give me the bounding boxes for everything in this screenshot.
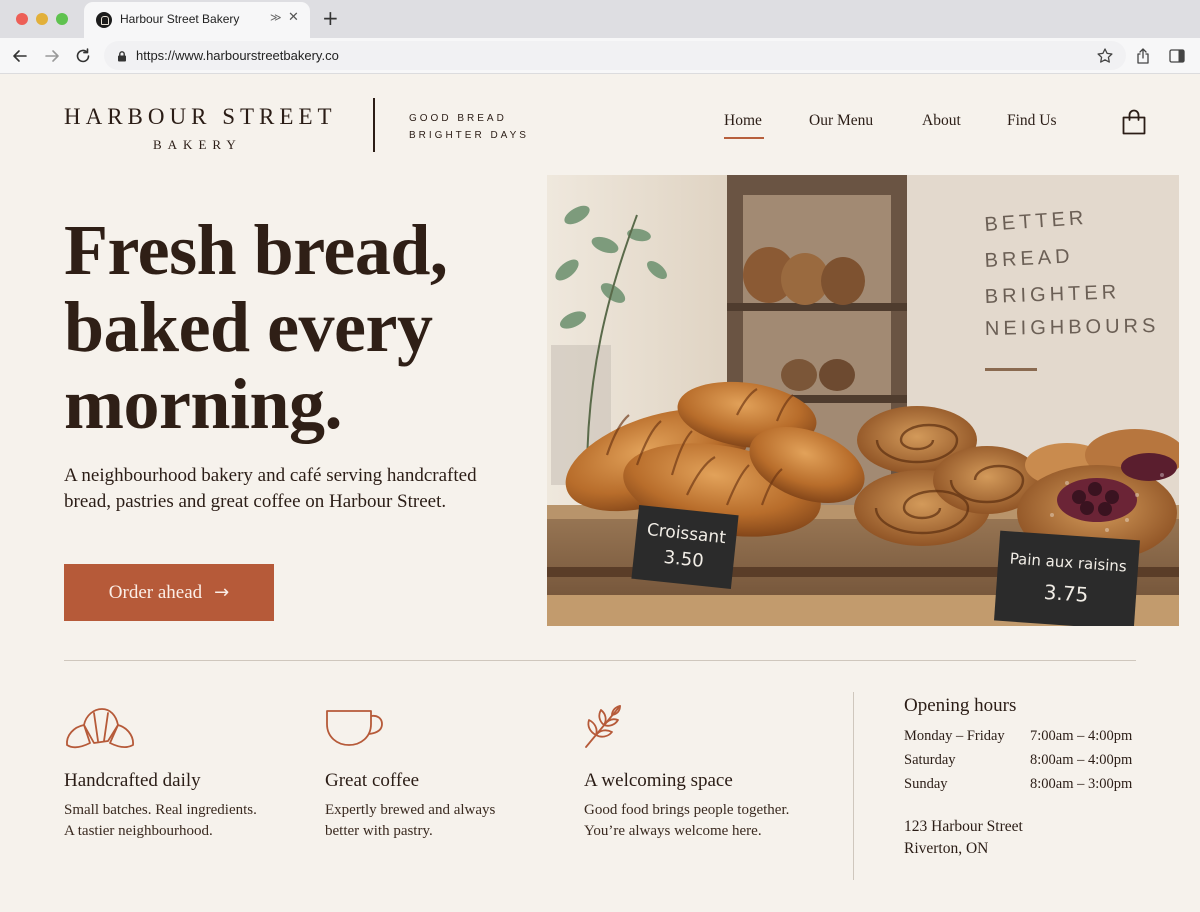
logo-subtitle: BAKERY [153,137,242,152]
hours-day-sunday: Sunday [904,776,948,792]
nav-our-menu[interactable]: Our Menu [809,112,873,130]
croissant-label-price: 3.50 [663,547,705,572]
address[interactable]: 123 Harbour Street Riverton, ON [904,816,1023,860]
feature-text-space-line-1: Good food brings people together. [584,802,790,818]
hours-divider [853,692,854,880]
window-close-button[interactable] [16,13,28,25]
shopping-bag-icon[interactable] [1120,108,1148,136]
hero-bakery-photo: BETTER BREAD BRIGHTER NEIGHBOURS Croissa… [547,175,1179,626]
sidebar-icon[interactable] [1168,47,1186,65]
logo-wordmark[interactable]: HARBOUR STREET [64,104,337,130]
hours-time-saturday: 8:00am – 4:00pm [1030,752,1133,768]
new-tab-button[interactable]: + [322,7,339,29]
reload-icon[interactable] [73,46,93,66]
tagline-line-2: BRIGHTER DAYS [409,130,529,141]
forward-arrow-icon[interactable] [42,46,62,66]
nav-about[interactable]: About [922,112,961,130]
order-ahead-button[interactable]: Order ahead → [64,564,274,621]
feature-title-space: A welcoming space [584,770,733,791]
raisin-price-label: Pain aux raisins 3.75 [994,530,1140,626]
feature-text-handcrafted-line-2: A tastier neighbourhood. [64,823,213,839]
croissant-price-label: Croissant 3.50 [631,504,739,590]
feature-text-space: Good food brings people together. You’re… [584,800,844,842]
share-icon[interactable] [1134,47,1152,65]
nav-active-indicator [724,137,764,139]
hours-day-saturday: Saturday [904,752,956,768]
address-bar: https://www.harbourstreetbakery.co [0,38,1200,74]
hours-time-weekdays: 7:00am – 4:00pm [1030,728,1133,744]
coffee-cup-icon [326,710,383,746]
raisin-label-price: 3.75 [1043,580,1089,607]
bookmark-star-icon[interactable] [1096,47,1114,65]
feature-text-coffee: Expertly brewed and always better with p… [325,800,565,842]
browser-tab[interactable]: Harbour Street Bakery ≫ ✕ [84,2,310,38]
hero-title-line-1: Fresh bread, [64,210,448,290]
address-line-1: 123 Harbour Street [904,818,1023,835]
tab-title: Harbour Street Bakery [120,12,240,26]
tagline-line-1: GOOD BREAD [409,113,507,124]
feature-text-space-line-2: You’re always welcome here. [584,823,762,839]
back-arrow-icon[interactable] [10,46,30,66]
feature-title-coffee: Great coffee [325,770,420,791]
window-minimize-button[interactable] [36,13,48,25]
wall-sign-line-2: BREAD [984,245,1074,272]
feature-text-handcrafted: Small batches. Real ingredients. A tasti… [64,800,304,842]
address-line-2: Riverton, ON [904,840,989,857]
feature-text-coffee-line-2: better with pastry. [325,823,433,839]
feature-text-coffee-line-1: Expertly brewed and always [325,802,496,818]
tagline: GOOD BREAD BRIGHTER DAYS [409,110,529,144]
opening-hours-title: Opening hours [904,695,1017,716]
favicon-icon [96,12,112,28]
url-text[interactable]: https://www.harbourstreetbakery.co [136,48,339,63]
hero-title: Fresh bread, baked every morning. [64,210,448,444]
hero-title-line-3: morning. [64,364,343,444]
wall-sign-line-4: NEIGHBOURS [985,315,1160,340]
feature-title-handcrafted: Handcrafted daily [64,770,201,791]
section-divider [64,660,1136,661]
tab-close-icon[interactable]: ✕ [288,10,299,25]
lock-icon [118,51,126,62]
tab-audio-icon[interactable]: ≫ [270,11,282,24]
hero-title-line-2: baked every [64,287,433,367]
hero-subtitle: A neighbourhood bakery and café serving … [64,465,477,512]
croissant-icon [66,708,134,749]
wheat-icon [585,705,621,748]
arrow-right-icon: → [214,582,230,603]
feature-text-handcrafted-line-1: Small batches. Real ingredients. [64,802,257,818]
logo-divider [373,98,375,152]
order-ahead-label: Order ahead [108,581,203,603]
hours-day-weekdays: Monday – Friday [904,728,1005,744]
hours-time-sunday: 8:00am – 3:00pm [1030,776,1133,792]
window-maximize-button[interactable] [56,13,68,25]
nav-home[interactable]: Home [724,112,762,130]
nav-find-us[interactable]: Find Us [1007,112,1057,130]
browser-tab-bar: Harbour Street Bakery ≫ ✕ + [0,0,1200,38]
